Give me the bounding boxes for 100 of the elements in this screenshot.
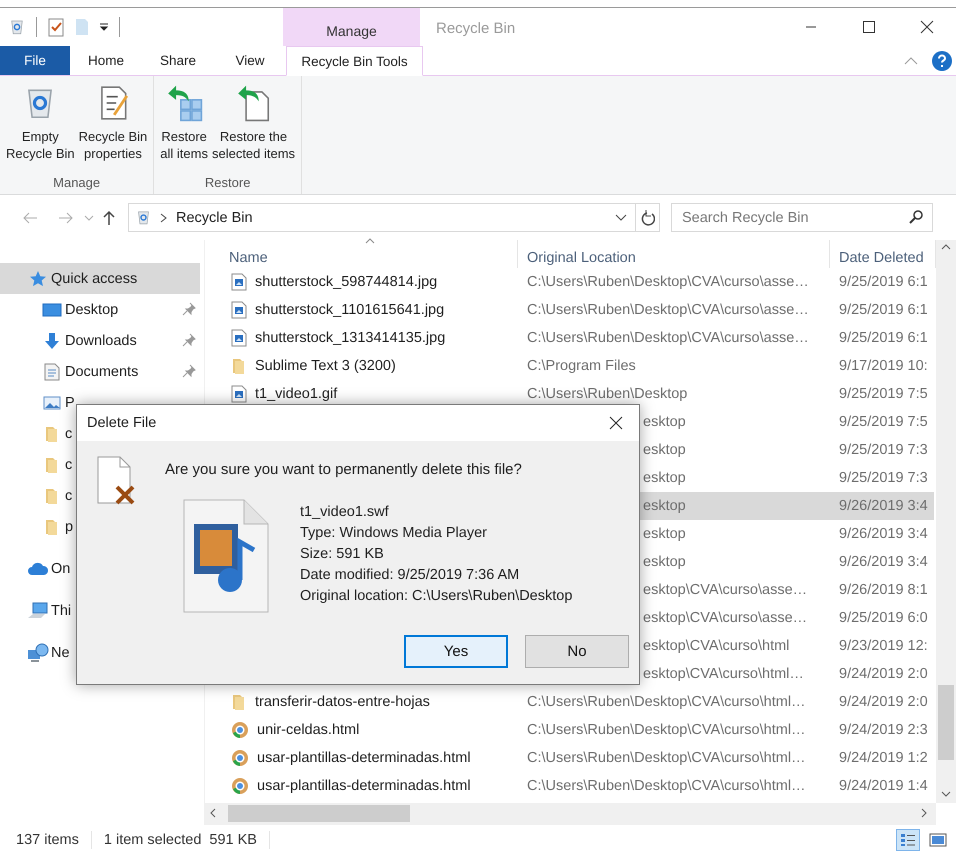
date-deleted: 9/25/2019 7:3 (839, 470, 928, 486)
computer-icon (27, 602, 49, 620)
back-icon[interactable] (22, 212, 38, 224)
media-file-icon (182, 498, 270, 614)
scrollbar-thumb[interactable] (938, 685, 954, 760)
help-icon[interactable] (932, 50, 952, 70)
details-view-icon (900, 833, 916, 847)
desktop-icon (42, 302, 62, 318)
maximize-icon (863, 21, 875, 33)
chevron-icon (160, 212, 168, 222)
confirmation-message: Are you sure you want to permanently delete this file? (165, 460, 523, 478)
column-header[interactable]: Name (229, 250, 268, 266)
dropdown-icon[interactable] (99, 22, 109, 32)
up-icon[interactable] (103, 210, 115, 226)
dropdown-icon[interactable] (615, 214, 627, 222)
date-deleted: 9/24/2019 2:0 (839, 694, 928, 710)
date-deleted: 9/25/2019 7:5 (839, 414, 928, 430)
ribbon-button[interactable]: Recycle Bin properties (78, 84, 148, 175)
date-deleted: 9/26/2019 3:4 (839, 498, 928, 514)
original-location: esktop\CVA\curso\html (643, 638, 790, 654)
nav-item[interactable]: p (0, 511, 74, 542)
group-label: Restore (204, 175, 250, 192)
nav-item[interactable]: Ne (0, 637, 70, 668)
nav-item[interactable]: c (0, 480, 72, 511)
original-location: esktop (643, 414, 686, 430)
group-label: Manage (53, 175, 100, 192)
ribbon-tab[interactable]: Recycle Bin Tools (286, 46, 423, 76)
column-header[interactable]: Date Deleted (839, 250, 924, 266)
date-deleted: 9/25/2019 6:1 (839, 274, 928, 290)
view-button[interactable] (896, 829, 920, 851)
nav-item[interactable]: Thi (0, 595, 72, 626)
date-deleted: 9/25/2019 7:5 (839, 386, 928, 402)
original-location: esktop (643, 442, 686, 458)
original-location: C:\Users\Ruben\Desktop\CVA\curso\html… (527, 722, 806, 738)
ribbon-tab[interactable]: Share (142, 46, 214, 75)
dialog-button[interactable]: Yes (404, 635, 508, 668)
web-file-icon (231, 749, 249, 767)
search-field[interactable]: Search Recycle Bin (671, 203, 933, 232)
horizontal-scrollbar[interactable] (205, 803, 936, 825)
search-icon (909, 210, 923, 224)
scroll-left-icon[interactable] (210, 808, 216, 818)
web-file-icon (231, 721, 249, 739)
collapse-ribbon-icon[interactable] (904, 56, 918, 66)
nav-item[interactable]: On (0, 553, 70, 584)
refresh-icon[interactable] (640, 210, 654, 226)
document-icon (44, 362, 60, 380)
close-icon (609, 416, 623, 430)
cloud-icon (27, 562, 49, 576)
image-file-icon (231, 385, 247, 403)
file-name: t1_video1.swf (300, 504, 390, 521)
file-detail: Size: 591 KB (300, 546, 385, 563)
date-deleted: 9/26/2019 3:4 (839, 526, 928, 542)
file-detail: Date modified: 9/25/2019 7:36 AM (300, 567, 520, 584)
scroll-down-icon[interactable] (941, 791, 951, 797)
original-location: C:\Users\Ruben\Desktop\CVA\curso\html… (527, 694, 806, 710)
original-location: C:\Users\Ruben\Desktop\CVA\curso\html… (527, 750, 806, 766)
ribbon-button[interactable]: Restore all items (160, 84, 208, 175)
nav-item[interactable]: Downloads (0, 325, 200, 356)
file-name: usar-plantillas-determinadas.html (257, 778, 471, 794)
date-deleted: 9/25/2019 6:1 (839, 330, 928, 346)
address-field[interactable]: Recycle Bin (128, 203, 660, 232)
nav-item[interactable]: Documents (0, 356, 200, 387)
ribbon-button[interactable]: Empty Recycle Bin (6, 84, 75, 175)
date-deleted: 9/24/2019 2:0 (839, 666, 928, 682)
network-icon (27, 642, 49, 662)
nav-item[interactable]: c (0, 449, 72, 480)
original-location: C:\Program Files (527, 358, 636, 374)
nav-item[interactable]: Quick access (0, 263, 200, 294)
ribbon-tab[interactable]: File (0, 46, 70, 75)
close-icon (920, 20, 934, 34)
selection-size: 591 KB (209, 832, 257, 848)
nav-item[interactable]: Desktop (0, 294, 200, 325)
ribbon-tab[interactable]: Home (70, 46, 142, 75)
selection-count: 1 item selected (104, 832, 202, 848)
date-deleted: 9/25/2019 7:3 (839, 442, 928, 458)
date-deleted: 9/23/2019 12: (839, 638, 928, 654)
ribbon-tab[interactable]: View (214, 46, 286, 75)
nav-item[interactable]: P (0, 387, 75, 418)
original-location: esktop\CVA\curso\asse… (643, 582, 808, 598)
ribbon-button[interactable]: Restore the selected items (212, 84, 296, 175)
original-location: esktop (643, 498, 686, 514)
date-deleted: 9/26/2019 8:1 (839, 582, 928, 598)
download-icon (43, 332, 61, 350)
forward-icon[interactable] (58, 212, 74, 224)
dialog-button[interactable]: No (525, 635, 629, 668)
properties-check-icon[interactable] (47, 17, 65, 37)
vertical-scrollbar[interactable] (936, 240, 956, 803)
recycle-bin-icon (135, 209, 152, 226)
scroll-right-icon[interactable] (921, 808, 927, 818)
large-icons-view-icon (929, 833, 947, 847)
date-deleted: 9/24/2019 2:3 (839, 722, 928, 738)
scroll-up-icon[interactable] (941, 244, 951, 250)
original-location: esktop (643, 554, 686, 570)
nav-item[interactable]: c (0, 418, 72, 449)
file-name: shutterstock_1313414135.jpg (255, 330, 446, 346)
scrollbar-thumb[interactable] (228, 805, 410, 822)
file-name: t1_video1.gif (255, 386, 338, 402)
file-detail: Original location: C:\Users\Ruben\Desktop (300, 588, 572, 605)
recent-locations-icon[interactable] (84, 214, 94, 222)
column-header[interactable]: Original Location (527, 250, 636, 266)
